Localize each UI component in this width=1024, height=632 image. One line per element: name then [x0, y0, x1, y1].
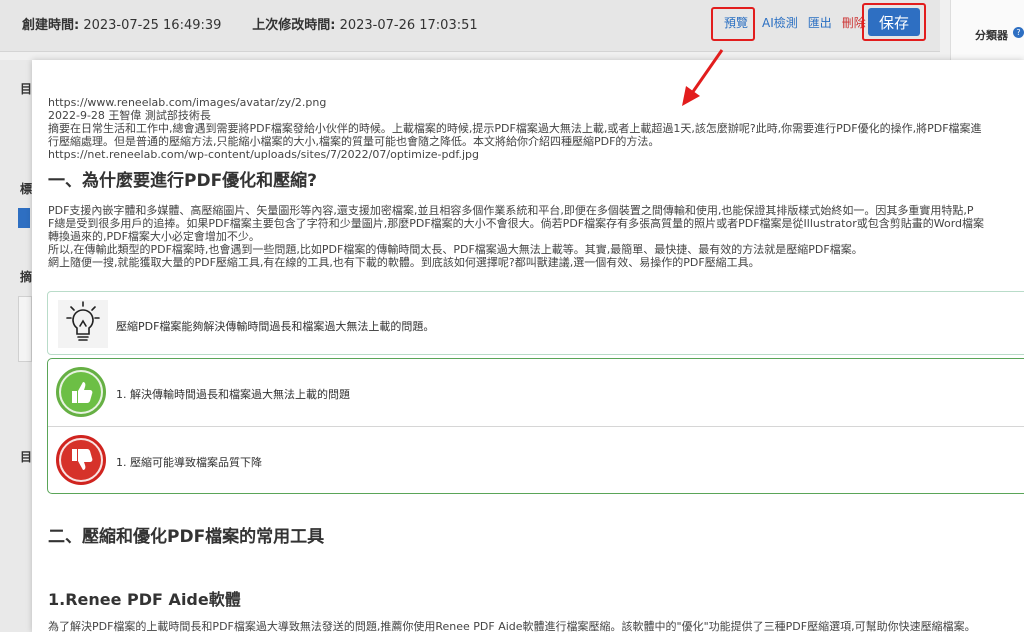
paragraph-line: PDF支援內嵌字體和多媒體、高壓縮圖片、矢量圖形等內容,還支援加密檔案,並且相容…: [48, 204, 974, 217]
left-blue-button[interactable]: [18, 208, 30, 228]
heading-2: 二、壓縮和優化PDF檔案的常用工具: [48, 527, 325, 547]
con-text: 1. 壓縮可能導致檔案品質下降: [116, 456, 262, 469]
thumbs-up-icon: [56, 367, 106, 417]
help-icon[interactable]: ?: [1013, 27, 1024, 38]
save-highlight: [862, 3, 926, 41]
author-line: 2022-9-28 王智偉 測試部技術長: [48, 109, 211, 122]
paragraph-line: 網上隨便一搜,就能獲取大量的PDF壓縮工具,有在線的工具,也有下載的軟體。到底該…: [48, 256, 760, 269]
pro-text: 1. 解決傳輸時間過長和檔案過大無法上載的問題: [116, 388, 350, 401]
summary-line-1: 摘要在日常生活和工作中,總會遇到需要將PDF檔案發給小伙伴的時候。上載檔案的時候…: [48, 122, 982, 135]
lightbulb-icon: [58, 300, 108, 348]
pro-row: 1. 解決傳輸時間過長和檔案過大無法上載的問題: [48, 359, 1024, 427]
left-label-1: 目: [20, 82, 33, 96]
export-link[interactable]: 匯出: [808, 14, 832, 31]
editor-header: 創建時間: 2023-07-25 16:49:39 上次修改時間: 2023-0…: [0, 0, 940, 52]
paragraph-line: 為了解決PDF檔案的上載時間長和PDF檔案過大導致無法發送的問題,推薦你使用Re…: [48, 620, 976, 632]
left-label-4: 目: [20, 450, 33, 464]
paragraph-line: F總是受到很多用戶的追捧。如果PDF檔案主要包含了字符和少量圖片,那麼PDF檔案…: [48, 217, 985, 230]
paragraph-line: 轉換過來的,PDF檔案大小必定會增加不少。: [48, 230, 260, 243]
preview-modal: https://www.reneelab.com/images/avatar/z…: [32, 60, 1024, 632]
avatar-url: https://www.reneelab.com/images/avatar/z…: [48, 96, 327, 109]
left-label-3: 摘: [20, 270, 33, 284]
preview-highlight: [711, 7, 755, 41]
left-label-2: 標: [20, 182, 33, 196]
modified-label: 上次修改時間:: [252, 18, 336, 33]
image-url: https://net.reneelab.com/wp-content/uplo…: [48, 148, 480, 161]
preview-content: https://www.reneelab.com/images/avatar/z…: [48, 96, 1024, 269]
red-arrow-icon: [682, 49, 724, 106]
tip-box: 壓縮PDF檔案能夠解決傳輸時間過長和檔案過大無法上載的問題。: [47, 291, 1024, 355]
left-panel: 目 標 摘 目: [0, 60, 32, 632]
category-label: 分類器: [975, 29, 1008, 42]
timestamps: 創建時間: 2023-07-25 16:49:39 上次修改時間: 2023-0…: [22, 14, 484, 33]
pros-cons-box: 1. 解決傳輸時間過長和檔案過大無法上載的問題 1. 壓縮可能導致檔案品質下降: [47, 358, 1024, 494]
heading-1: 一、為什麼要進行PDF優化和壓縮?: [48, 171, 318, 191]
modified-value: 2023-07-26 17:03:51: [339, 18, 478, 33]
created-value: 2023-07-25 16:49:39: [83, 18, 222, 33]
paragraph-line: 所以,在傳輸此類型的PDF檔案時,也會遇到一些問題,比如PDF檔案的傳輸時間太長…: [48, 243, 863, 256]
thumbs-down-icon: [56, 435, 106, 485]
ai-detect-link[interactable]: AI檢測: [762, 14, 798, 31]
created-label: 創建時間:: [22, 18, 80, 33]
heading-3: 1.Renee PDF Aide軟體: [48, 590, 241, 609]
summary-line-2: 行壓縮處理。但是普通的壓縮方法,只能縮小檔案的大小,檔案的質量可能也會隨之降低。…: [48, 135, 660, 148]
tip-text: 壓縮PDF檔案能夠解決傳輸時間過長和檔案過大無法上載的問題。: [116, 320, 435, 333]
con-row: 1. 壓縮可能導致檔案品質下降: [48, 427, 1024, 495]
left-text-area[interactable]: [18, 296, 32, 362]
